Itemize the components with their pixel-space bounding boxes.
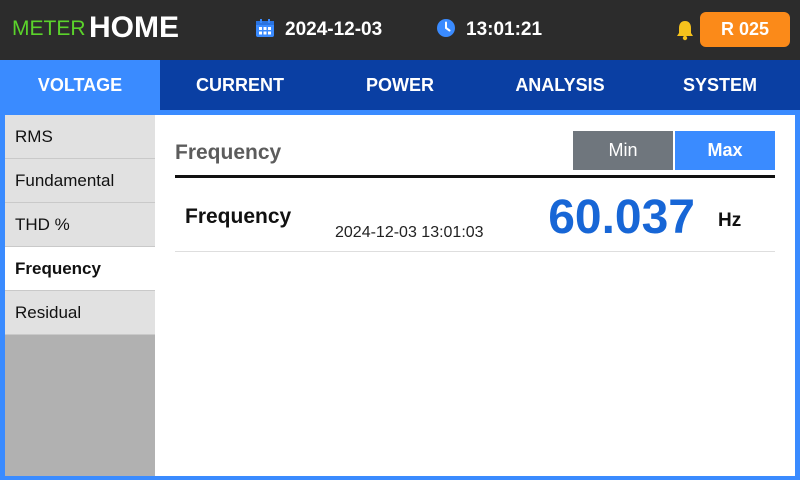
tab-current[interactable]: CURRENT (160, 60, 320, 110)
panel-title: Frequency (175, 141, 282, 164)
bell-icon[interactable] (674, 19, 696, 41)
measurement-label: Frequency (185, 205, 292, 228)
max-button[interactable]: Max (675, 131, 775, 170)
date-text: 2024-12-03 (285, 19, 383, 40)
status-badge[interactable]: R 025 (700, 12, 790, 47)
title-divider (175, 175, 775, 178)
measurement-unit: Hz (718, 210, 742, 231)
header-time: 13:01:21 (436, 18, 542, 42)
header-date: 2024-12-03 (255, 18, 382, 42)
sidebar-item-residual[interactable]: Residual (5, 291, 155, 335)
tab-analysis[interactable]: ANALYSIS (480, 60, 640, 110)
brand-meter-label: METER (12, 17, 86, 40)
clock-icon (436, 18, 456, 43)
tab-system[interactable]: SYSTEM (640, 60, 800, 110)
content-panel: Frequency Min Max Frequency 2024-12-03 1… (155, 115, 795, 476)
sidebar-item-thd[interactable]: THD % (5, 203, 155, 247)
measurement-value: 60.037 (548, 191, 695, 244)
sidebar-item-rms[interactable]: RMS (5, 115, 155, 159)
measurement-timestamp: 2024-12-03 13:01:03 (335, 224, 484, 241)
row-divider (175, 251, 775, 252)
min-button[interactable]: Min (573, 131, 673, 170)
main-tabs: VOLTAGE CURRENT POWER ANALYSIS SYSTEM (0, 60, 800, 110)
brand-home-label: HOME (89, 11, 179, 44)
calendar-icon (255, 18, 275, 43)
header-bar: METER HOME 2024-12-03 13:01:21 R 025 (0, 0, 800, 60)
sidebar-item-fundamental[interactable]: Fundamental (5, 159, 155, 203)
tab-power[interactable]: POWER (320, 60, 480, 110)
sidebar: RMS Fundamental THD % Frequency Residual (5, 115, 155, 476)
sidebar-item-frequency[interactable]: Frequency (5, 247, 155, 291)
time-text: 13:01:21 (466, 19, 543, 40)
tab-voltage[interactable]: VOLTAGE (0, 60, 160, 110)
